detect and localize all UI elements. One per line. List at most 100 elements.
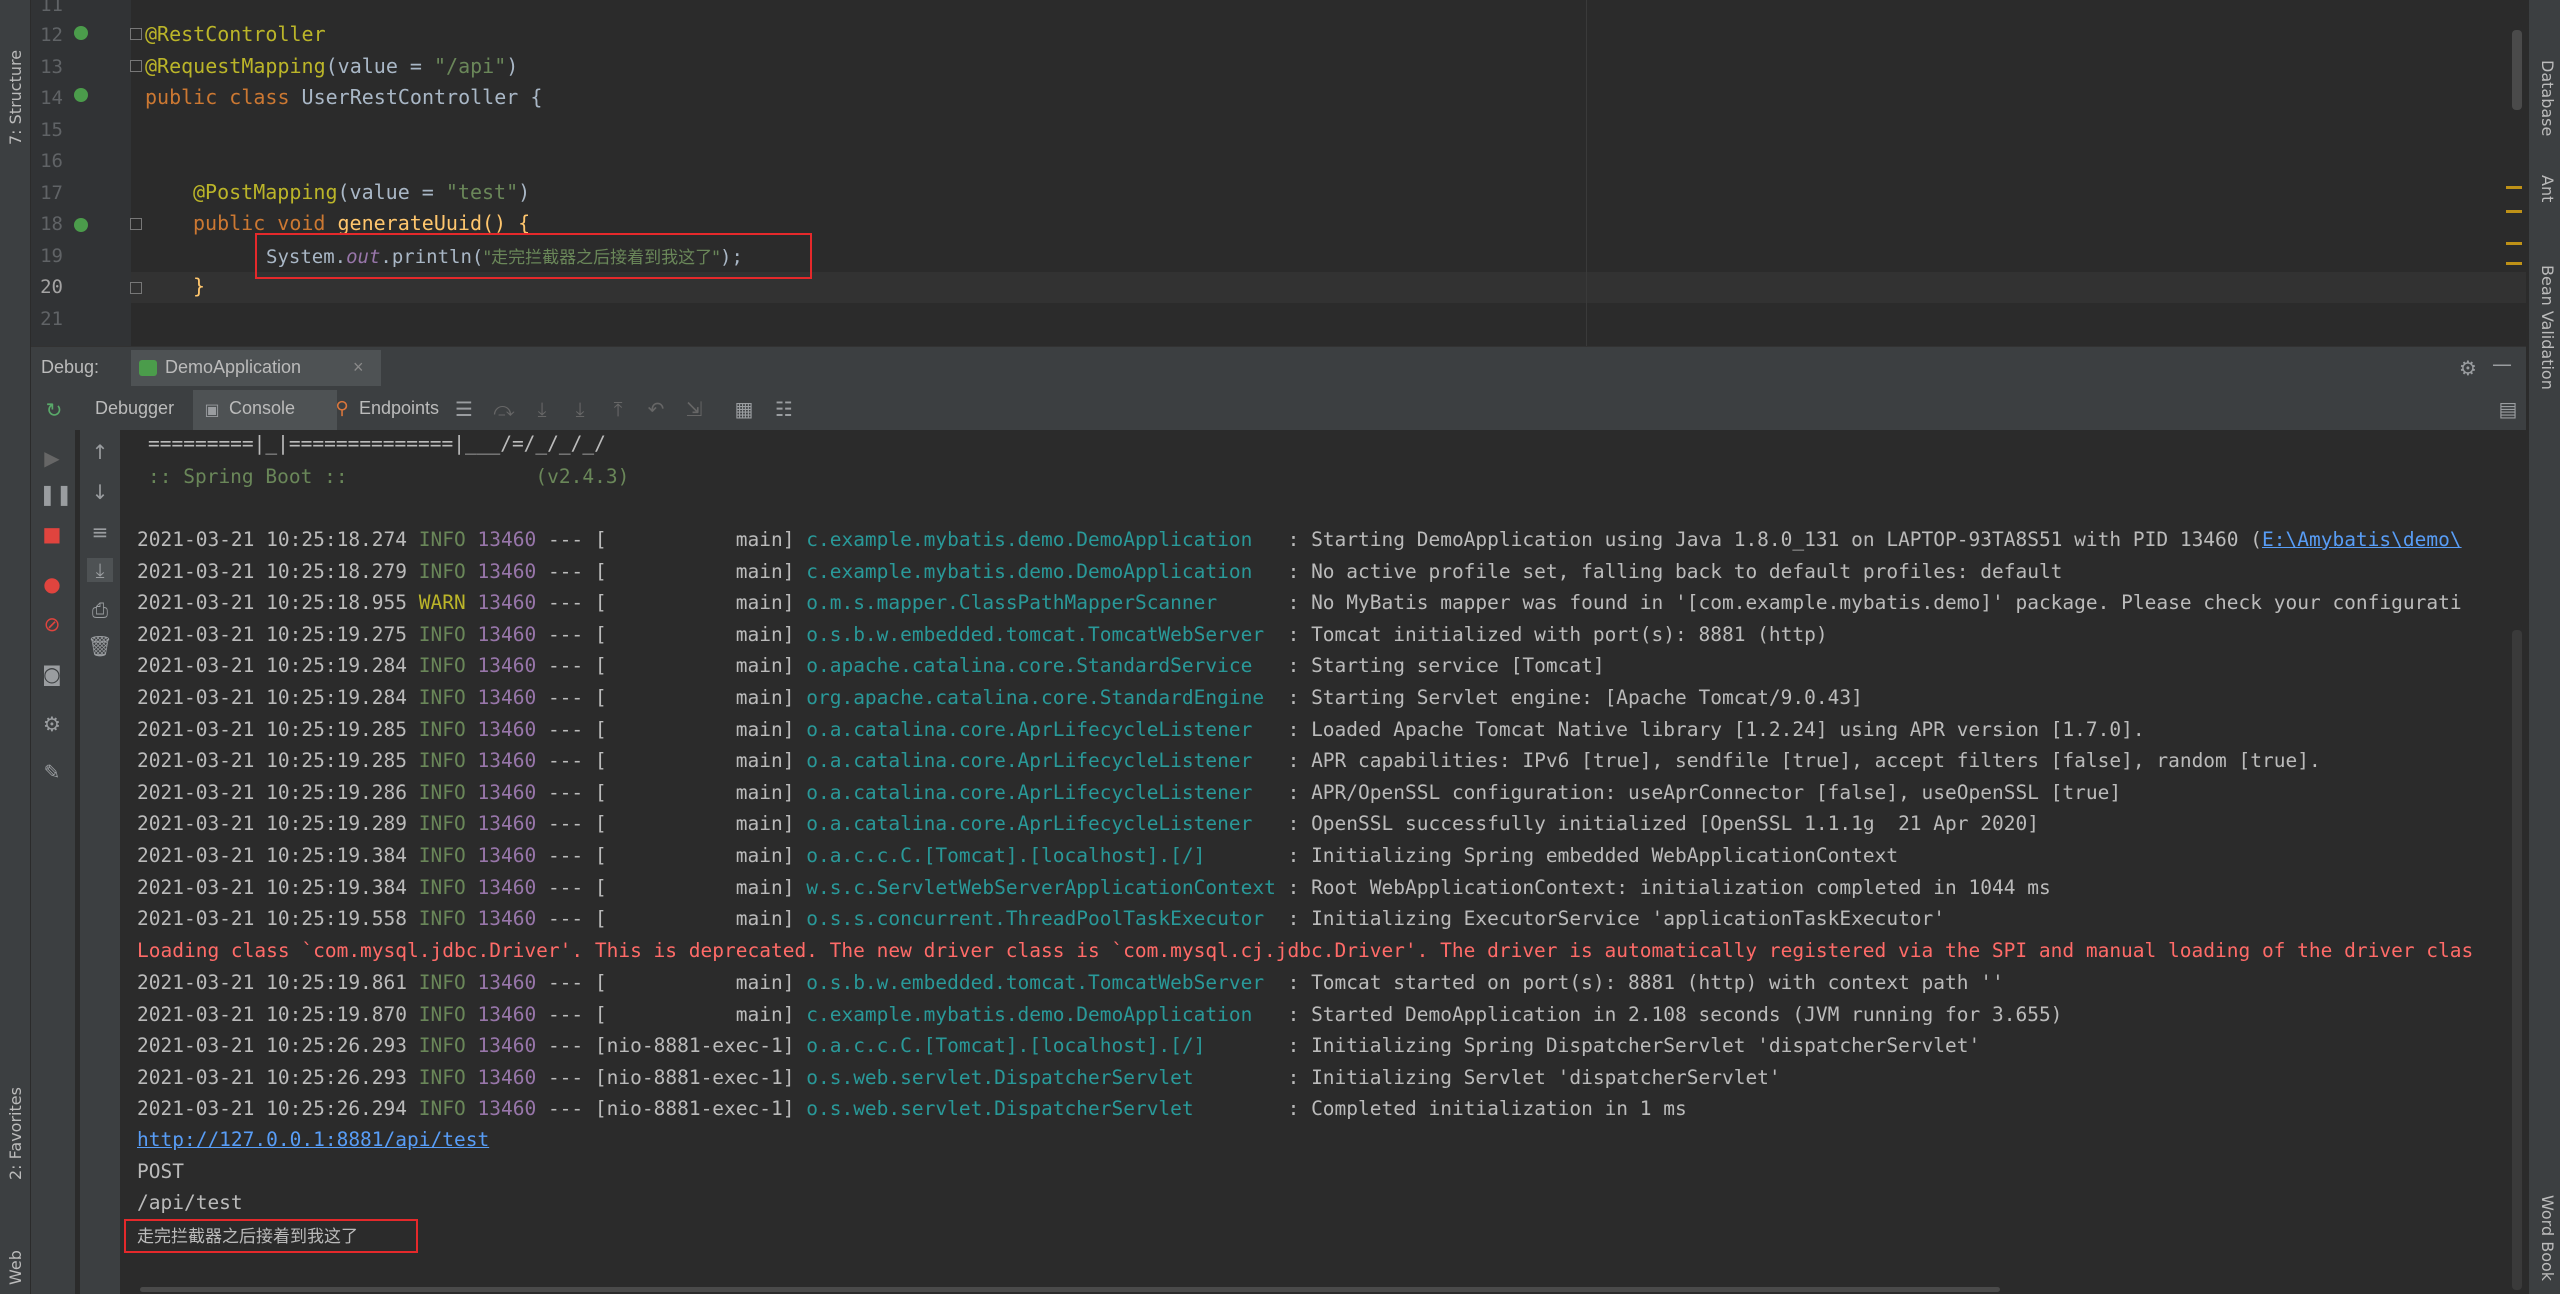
fold-icon[interactable] xyxy=(130,218,142,230)
step-over-icon[interactable]: ⤼ xyxy=(491,397,517,421)
warning-marker[interactable] xyxy=(2506,242,2522,245)
ant-tab[interactable]: Ant xyxy=(2538,175,2557,202)
code-line[interactable]: @RestController xyxy=(145,22,326,46)
log-message: : APR/OpenSSL configuration: useAprConne… xyxy=(1275,780,2122,804)
log-message: : Root WebApplicationContext: initializa… xyxy=(1275,875,2051,899)
log-logger: o.a.c.c.C.[Tomcat].[localhost].[/] xyxy=(806,1034,1276,1058)
code-token: ) xyxy=(518,180,531,204)
log-logger: c.example.mybatis.demo.DemoApplication xyxy=(806,559,1276,583)
evaluate-icon[interactable]: ▦ xyxy=(731,397,757,421)
log-level: INFO xyxy=(418,1002,466,1026)
force-step-into-icon[interactable]: ⤓ xyxy=(567,397,593,421)
pause-icon[interactable]: ❚❚ xyxy=(39,482,73,506)
pin-icon[interactable]: ✎ xyxy=(39,760,65,784)
request-mapping-icon[interactable] xyxy=(74,218,88,232)
bean-validation-tab[interactable]: Bean Validation xyxy=(2538,265,2557,390)
log-timestamp: 2021-03-21 10:25:18.955 xyxy=(137,591,408,615)
web-tab[interactable]: Web xyxy=(6,1250,25,1285)
console-scrollbar[interactable] xyxy=(2512,630,2522,1290)
resume-icon[interactable]: ▶ xyxy=(39,446,65,470)
fold-icon[interactable] xyxy=(130,28,142,40)
view-breakpoints-icon[interactable]: ● xyxy=(39,572,65,596)
rerun-icon[interactable]: ↻ xyxy=(41,398,67,422)
database-tab[interactable]: Database xyxy=(2538,60,2557,136)
favorites-tab[interactable]: 2: Favorites xyxy=(6,1087,25,1180)
step-into-icon[interactable]: ⤓ xyxy=(529,397,555,421)
code-line[interactable]: public void generateUuid() { xyxy=(193,211,530,235)
step-out-icon[interactable]: ⤒ xyxy=(605,397,631,421)
annotation: @PostMapping xyxy=(193,180,338,204)
log-timestamp: 2021-03-21 10:25:26.294 xyxy=(137,1097,408,1121)
trash-icon[interactable]: 🗑 xyxy=(87,634,113,658)
editor-scrollbar[interactable] xyxy=(2512,30,2522,110)
run-to-cursor-icon[interactable]: ⇲ xyxy=(681,397,707,421)
log-timestamp: 2021-03-21 10:25:19.870 xyxy=(137,1002,408,1026)
request-url-link[interactable]: http://127.0.0.1:8881/api/test xyxy=(137,1128,489,1151)
string-literal: "/api" xyxy=(434,54,507,78)
trace-icon[interactable]: ☷ xyxy=(771,397,797,421)
log-timestamp: 2021-03-21 10:25:19.384 xyxy=(137,844,408,867)
spring-bean-icon[interactable] xyxy=(74,88,88,102)
code-line[interactable]: @PostMapping(value = "test") xyxy=(193,180,530,204)
code-line[interactable]: } xyxy=(193,274,205,298)
fold-icon[interactable] xyxy=(130,60,142,72)
code-line[interactable]: @RequestMapping(value = "/api") xyxy=(145,54,518,78)
log-line: 2021-03-21 10:25:19.384 INFO 13460 --- [… xyxy=(137,844,1898,867)
console-horizontal-scrollbar[interactable] xyxy=(140,1287,2000,1292)
up-arrow-icon[interactable]: ↑ xyxy=(87,440,113,464)
list-icon[interactable]: ☰ xyxy=(451,397,477,421)
project-path-link[interactable]: E:\Amybatis\demo\ xyxy=(2262,528,2462,551)
mute-breakpoints-icon[interactable]: ⊘ xyxy=(39,612,65,636)
log-pid: 13460 xyxy=(477,812,537,836)
minimize-icon[interactable]: — xyxy=(2489,352,2515,376)
warning-marker[interactable] xyxy=(2506,262,2522,265)
word-book-tab[interactable]: Word Book xyxy=(2538,1195,2557,1281)
drop-frame-icon[interactable]: ↶ xyxy=(643,397,669,421)
line-number: 13 xyxy=(40,56,63,78)
log-level: INFO xyxy=(418,528,466,551)
log-logger: o.s.web.servlet.DispatcherServlet xyxy=(806,1065,1276,1089)
scroll-to-end-icon[interactable]: ⤓ xyxy=(87,558,113,582)
tab-endpoints[interactable]: Endpoints xyxy=(359,398,439,419)
spring-bean-icon[interactable] xyxy=(74,26,88,40)
code-line[interactable]: public class UserRestController { xyxy=(145,85,542,109)
layout-icon[interactable]: ▤ xyxy=(2495,397,2521,421)
log-logger: w.s.c.ServletWebServerApplicationContext xyxy=(806,875,1276,899)
log-pid: 13460 xyxy=(477,1002,537,1026)
warning-marker[interactable] xyxy=(2506,186,2522,189)
settings-icon[interactable]: ⚙ xyxy=(39,712,65,736)
log-timestamp: 2021-03-21 10:25:19.275 xyxy=(137,622,408,646)
class-name: UserRestController { xyxy=(301,85,543,109)
endpoints-icon: ⚲ xyxy=(335,398,349,419)
gear-icon[interactable]: ⚙ xyxy=(2455,356,2481,380)
log-pid: 13460 xyxy=(477,1034,537,1058)
line-number: 11 xyxy=(40,0,63,16)
soft-wrap-icon[interactable]: ≡ xyxy=(87,520,113,544)
close-icon[interactable]: × xyxy=(353,357,364,378)
stop-icon[interactable]: ■ xyxy=(39,522,65,546)
log-logger: org.apache.catalina.core.StandardEngine xyxy=(806,686,1276,709)
warning-marker[interactable] xyxy=(2506,210,2522,213)
tab-console-active[interactable]: ▣ Console xyxy=(193,390,337,430)
log-pid: 13460 xyxy=(477,749,537,773)
line-number: 19 xyxy=(40,245,63,267)
down-arrow-icon[interactable]: ↓ xyxy=(87,480,113,504)
camera-icon[interactable]: ◙ xyxy=(39,662,65,686)
url-line[interactable]: http://127.0.0.1:8881/api/test xyxy=(137,1128,489,1151)
left-tool-strip: 7: Structure 2: Favorites Web xyxy=(0,0,31,1294)
right-margin-guide xyxy=(1586,0,1587,346)
tab-debugger[interactable]: Debugger xyxy=(95,398,174,419)
log-level: INFO xyxy=(418,717,466,741)
print-icon[interactable]: ⎙ xyxy=(87,598,113,622)
run-config-tab[interactable]: DemoApplication × xyxy=(131,350,381,386)
structure-tab[interactable]: 7: Structure xyxy=(6,50,25,145)
fold-icon[interactable] xyxy=(130,282,142,294)
